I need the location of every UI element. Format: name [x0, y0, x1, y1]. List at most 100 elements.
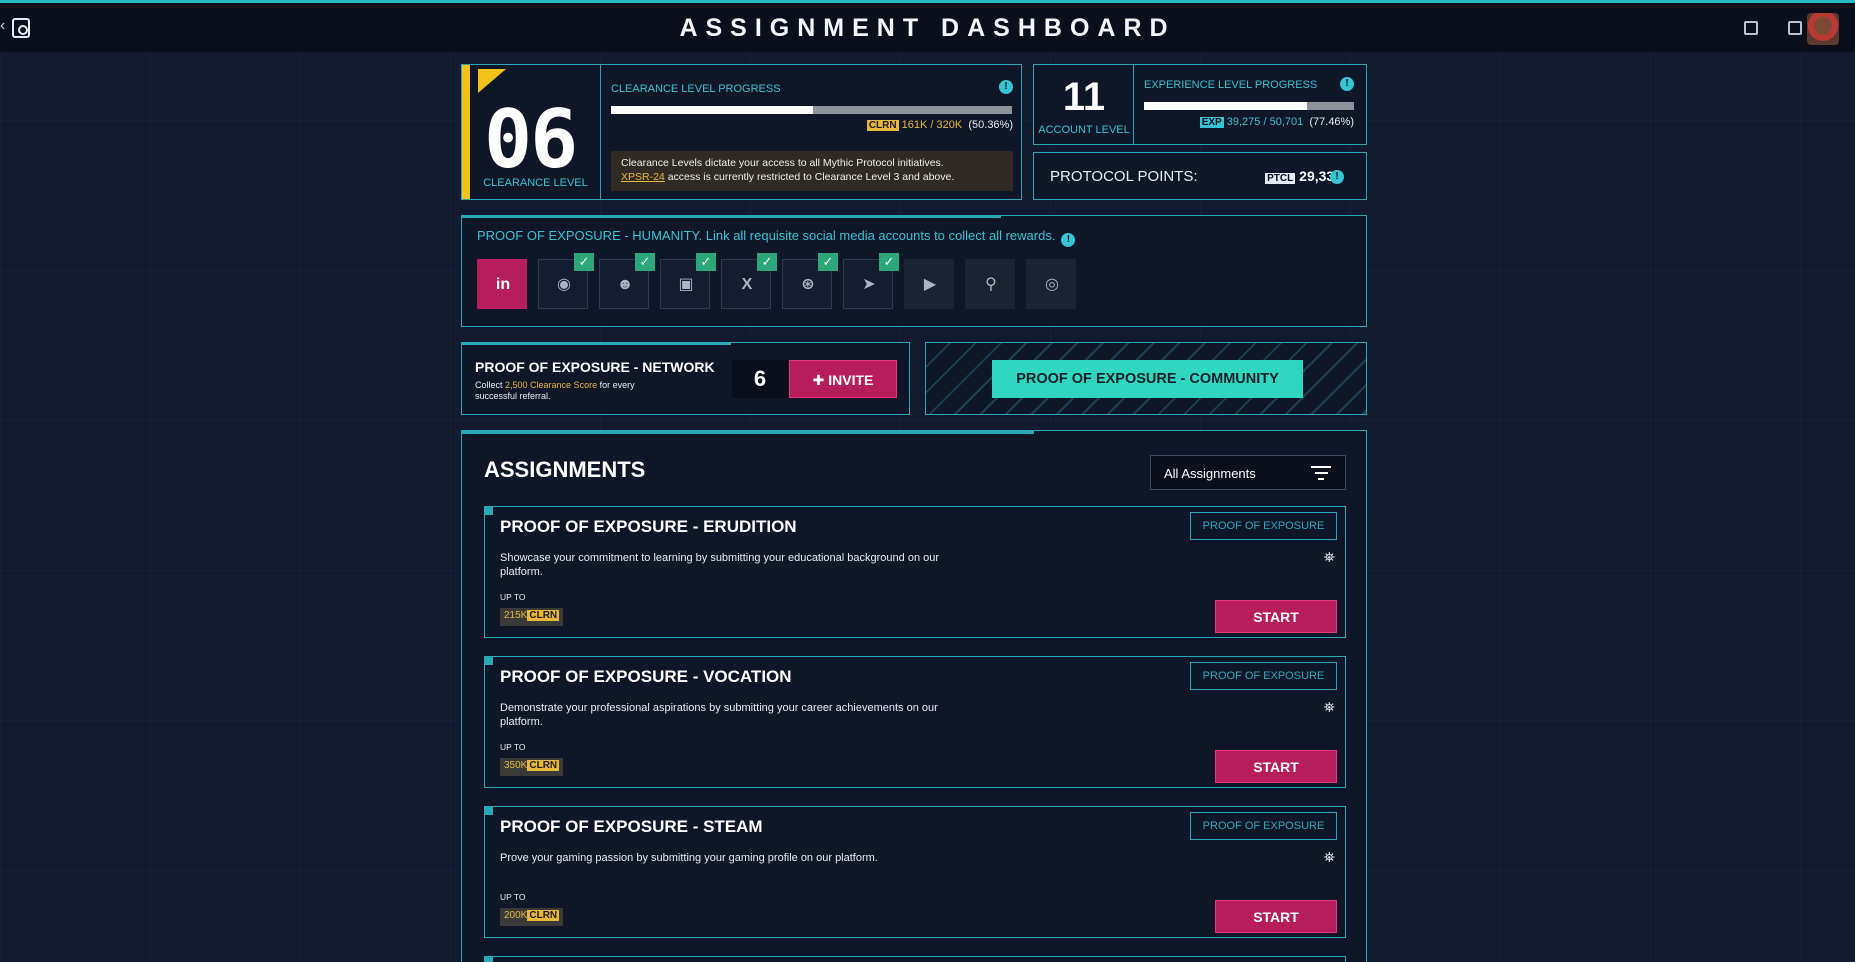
top-bar: ‹ ASSIGNMENT DASHBOARD	[0, 0, 1855, 52]
referral-count: 6	[732, 360, 788, 398]
spider-icon: ⛯	[1323, 549, 1335, 565]
invite-button[interactable]: ✚ INVITE	[789, 360, 897, 398]
telegram-icon: ➤	[862, 276, 876, 293]
spider-icon: ⛯	[1323, 699, 1335, 715]
card-corner	[484, 806, 493, 815]
notice-tail: access is currently restricted to Cleara…	[664, 171, 955, 183]
experience-progress-percent: (77.46%)	[1309, 116, 1354, 128]
clearance-progress-stats: CLRN 161K / 320K (50.36%)	[866, 119, 1013, 131]
social-reddit-button[interactable]: ◉ ✓	[538, 253, 594, 309]
twitch-icon: ▣	[678, 276, 694, 293]
avatar[interactable]	[1807, 13, 1839, 45]
reddit-icon: ◉	[557, 276, 571, 293]
network-sub-pre: Collect	[475, 380, 506, 390]
clrn-tag: CLRN	[527, 910, 560, 921]
clearance-progress-value: 161K / 320K	[901, 119, 963, 131]
start-button[interactable]: START	[1215, 900, 1337, 933]
card-corner	[484, 506, 493, 515]
assignment-title: PROOF OF EXPOSURE - VOCATION	[500, 667, 792, 686]
info-icon[interactable]: !	[999, 80, 1013, 94]
assignment-tag: PROOF OF EXPOSURE	[1190, 662, 1337, 690]
social-twitch-button[interactable]: ▣ ✓	[660, 253, 716, 309]
reward-badge: 350K CLRN	[500, 758, 564, 776]
experience-progress-label: EXPERIENCE LEVEL PROGRESS	[1144, 79, 1318, 91]
discord-icon: ☻	[616, 276, 634, 293]
check-icon: ✓	[818, 253, 838, 271]
reward-badge: 215K CLRN	[500, 608, 564, 626]
instagram-icon: ◎	[1045, 276, 1059, 293]
account-panel: 11 ACCOUNT LEVEL EXPERIENCE LEVEL PROGRE…	[1033, 64, 1367, 145]
assignments-panel: ASSIGNMENTS All Assignments PROOF OF EXP…	[461, 430, 1367, 962]
account-level-value: 11	[1062, 75, 1106, 119]
social-telegram-button[interactable]: ➤ ✓	[843, 253, 899, 309]
clearance-panel: 06 CLEARANCE LEVEL CLEARANCE LEVEL PROGR…	[461, 64, 1022, 200]
assignment-card: PROOF OF EXPOSURE - VOCATION PROOF OF EX…	[484, 656, 1346, 788]
panel-accent-line	[461, 215, 1001, 218]
account-level-card: 11 ACCOUNT LEVEL	[1034, 65, 1134, 144]
assignment-filter-select[interactable]: All Assignments	[1150, 455, 1346, 490]
spider-icon: ⛯	[1323, 849, 1335, 865]
page-title: ASSIGNMENT DASHBOARD	[679, 14, 1176, 42]
assignment-title: PROOF OF EXPOSURE - ERUDITION	[500, 517, 797, 536]
social-linkedin-button[interactable]: in	[477, 259, 527, 309]
clearance-level-card: 06 CLEARANCE LEVEL	[462, 65, 601, 199]
clrn-tag: CLRN	[527, 610, 560, 621]
clearance-progress-fill	[611, 106, 813, 114]
social-x-button[interactable]: X ✓	[721, 253, 777, 309]
assignment-title: PROOF OF EXPOSURE - STEAM	[500, 817, 763, 836]
exp-tag: EXP	[1199, 117, 1224, 128]
steam-icon: ⊛	[801, 276, 815, 293]
social-user-search-button[interactable]: ⚲	[965, 259, 1015, 309]
reward-amount: 200K	[504, 910, 528, 921]
clearance-level-label: CLEARANCE LEVEL	[483, 177, 588, 189]
notice-text: Clearance Levels dictate your access to …	[621, 157, 944, 169]
invite-label: INVITE	[828, 372, 874, 388]
ptcl-tag: PTCL	[1265, 173, 1296, 184]
assignment-card	[484, 956, 1346, 962]
clearance-level-value: 06	[484, 93, 578, 186]
assignment-description: Showcase your commitment to learning by …	[500, 552, 940, 578]
assignment-tag: PROOF OF EXPOSURE	[1190, 512, 1337, 540]
check-icon: ✓	[574, 253, 594, 271]
protocol-points-panel: PROTOCOL POINTS: PTCL 29,337 !	[1033, 152, 1367, 200]
experience-progress-bar	[1144, 102, 1354, 110]
social-steam-button[interactable]: ⊛ ✓	[782, 253, 838, 309]
notice-link[interactable]: XPSR-24	[621, 171, 665, 183]
network-subtitle: Collect 2,500 Clearance Score for every …	[475, 380, 660, 402]
chat-icon[interactable]	[1788, 21, 1802, 35]
assignments-title: ASSIGNMENTS	[484, 457, 646, 482]
help-icon[interactable]	[1744, 21, 1758, 35]
linkedin-icon: in	[495, 276, 511, 293]
start-button[interactable]: START	[1215, 750, 1337, 783]
network-title: PROOF OF EXPOSURE - NETWORK	[475, 359, 715, 375]
up-to-label: UP TO	[500, 592, 526, 602]
social-discord-button[interactable]: ☻ ✓	[599, 253, 655, 309]
clearance-progress-percent: (50.36%)	[968, 119, 1013, 131]
panel-accent-line	[461, 342, 731, 345]
network-sub-highlight: 2,500 Clearance Score	[505, 380, 598, 390]
assignment-description: Prove your gaming passion by submitting …	[500, 852, 878, 864]
card-corner	[484, 956, 493, 962]
humanity-text: PROOF OF EXPOSURE - HUMANITY. Link all r…	[477, 228, 1076, 247]
experience-progress-fill	[1144, 102, 1307, 110]
card-corner	[484, 656, 493, 665]
account-level-label: ACCOUNT LEVEL	[1038, 124, 1130, 136]
x-icon: X	[741, 276, 753, 293]
reward-amount: 215K	[504, 610, 528, 621]
check-icon: ✓	[635, 253, 655, 271]
panel-accent-line	[461, 430, 1034, 434]
clearance-progress-bar	[611, 106, 1012, 114]
info-icon[interactable]: !	[1340, 77, 1354, 91]
info-icon[interactable]: !	[1330, 170, 1344, 184]
filter-icon	[1311, 466, 1331, 484]
social-youtube-button[interactable]: ▶	[904, 259, 954, 309]
start-button[interactable]: START	[1215, 600, 1337, 633]
social-instagram-button[interactable]: ◎	[1026, 259, 1076, 309]
humanity-description: PROOF OF EXPOSURE - HUMANITY. Link all r…	[477, 228, 1056, 243]
network-panel: PROOF OF EXPOSURE - NETWORK Collect 2,50…	[461, 342, 910, 415]
community-button[interactable]: PROOF OF EXPOSURE - COMMUNITY	[992, 360, 1303, 398]
info-icon[interactable]: !	[1061, 233, 1076, 247]
clearance-notice: Clearance Levels dictate your access to …	[611, 151, 1013, 191]
assignment-description: Demonstrate your professional aspiration…	[500, 702, 938, 728]
up-to-label: UP TO	[500, 742, 526, 752]
